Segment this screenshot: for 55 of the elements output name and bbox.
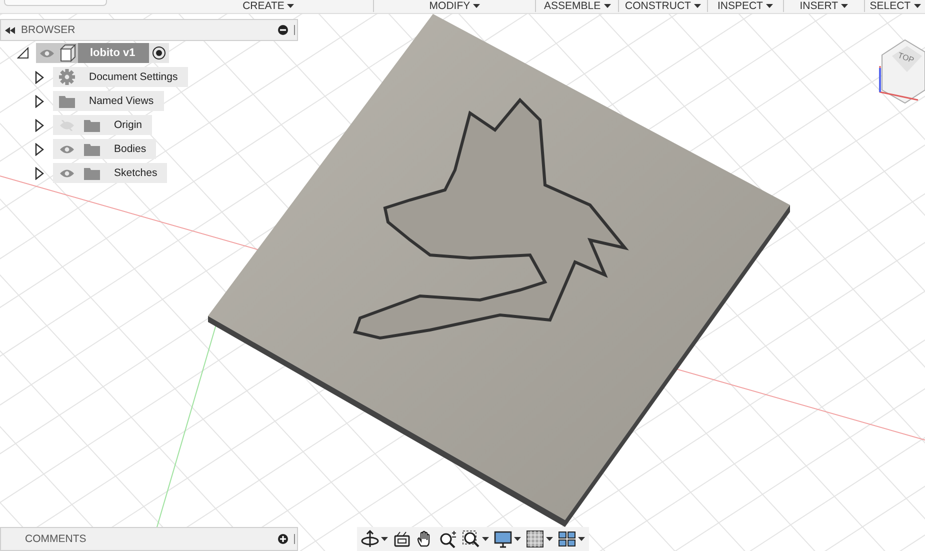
caret-icon <box>482 536 489 542</box>
browser-node[interactable]: Bodies <box>53 139 156 159</box>
folder-icon <box>84 166 100 180</box>
collapse-panel-icon[interactable] <box>5 26 15 34</box>
viewports-icon <box>558 530 576 548</box>
browser-node[interactable]: Named Views <box>53 91 164 111</box>
menu-button[interactable]: MODIFY <box>374 0 536 12</box>
panel-title: COMMENTS <box>24 533 88 545</box>
gear-icon <box>59 69 75 85</box>
orbit-icon <box>361 530 379 548</box>
folder-icon <box>59 94 75 108</box>
browser-node[interactable]: Origin <box>53 115 152 135</box>
caret-icon <box>287 4 294 8</box>
orbit-button[interactable] <box>361 528 388 550</box>
browser-node[interactable]: Document Settings <box>53 67 188 87</box>
folder-icon <box>84 118 100 132</box>
activate-radio-icon[interactable] <box>152 46 166 60</box>
caret-icon <box>766 4 773 8</box>
menu-button[interactable]: CONSTRUCT <box>619 0 708 12</box>
collapse-triangle-icon[interactable] <box>17 47 29 59</box>
eye-icon[interactable] <box>60 144 74 154</box>
caret-icon <box>514 536 521 542</box>
zoom-window-button[interactable] <box>462 528 489 550</box>
menu-button[interactable]: CREATE <box>164 0 374 12</box>
expand-triangle-icon[interactable] <box>34 94 44 108</box>
grid-icon <box>526 530 544 548</box>
add-comment-icon[interactable] <box>278 534 288 544</box>
browser-node[interactable]: Sketches <box>53 163 168 183</box>
caret-icon <box>914 4 921 8</box>
menu-button[interactable]: SELECT <box>865 0 925 12</box>
minimize-icon[interactable] <box>278 25 288 35</box>
display-icon <box>494 530 512 548</box>
grid-button[interactable] <box>526 528 553 550</box>
expand-triangle-icon[interactable] <box>34 166 44 180</box>
caret-icon <box>604 4 611 8</box>
caret-icon <box>381 536 388 542</box>
zoom-icon <box>439 530 457 548</box>
caret-icon <box>578 536 585 542</box>
menu-button[interactable]: INSERT <box>784 0 866 12</box>
expand-triangle-icon[interactable] <box>34 70 44 84</box>
zoom-button[interactable] <box>439 528 457 550</box>
eye-icon[interactable] <box>40 48 54 58</box>
caret-icon <box>841 4 848 8</box>
panel-title: BROWSER <box>21 24 76 36</box>
menu-button[interactable]: INSPECT <box>708 0 784 12</box>
look-at-icon <box>393 530 411 548</box>
menu-button[interactable]: ASSEMBLE <box>536 0 620 12</box>
caret-icon <box>546 536 553 542</box>
folder-icon <box>84 142 100 156</box>
zoom-window-icon <box>462 530 480 548</box>
expand-triangle-icon[interactable] <box>34 142 44 156</box>
eye-icon[interactable] <box>60 168 74 178</box>
expand-triangle-icon[interactable] <box>34 118 44 132</box>
caret-icon <box>473 4 480 8</box>
caret-icon <box>694 4 701 8</box>
